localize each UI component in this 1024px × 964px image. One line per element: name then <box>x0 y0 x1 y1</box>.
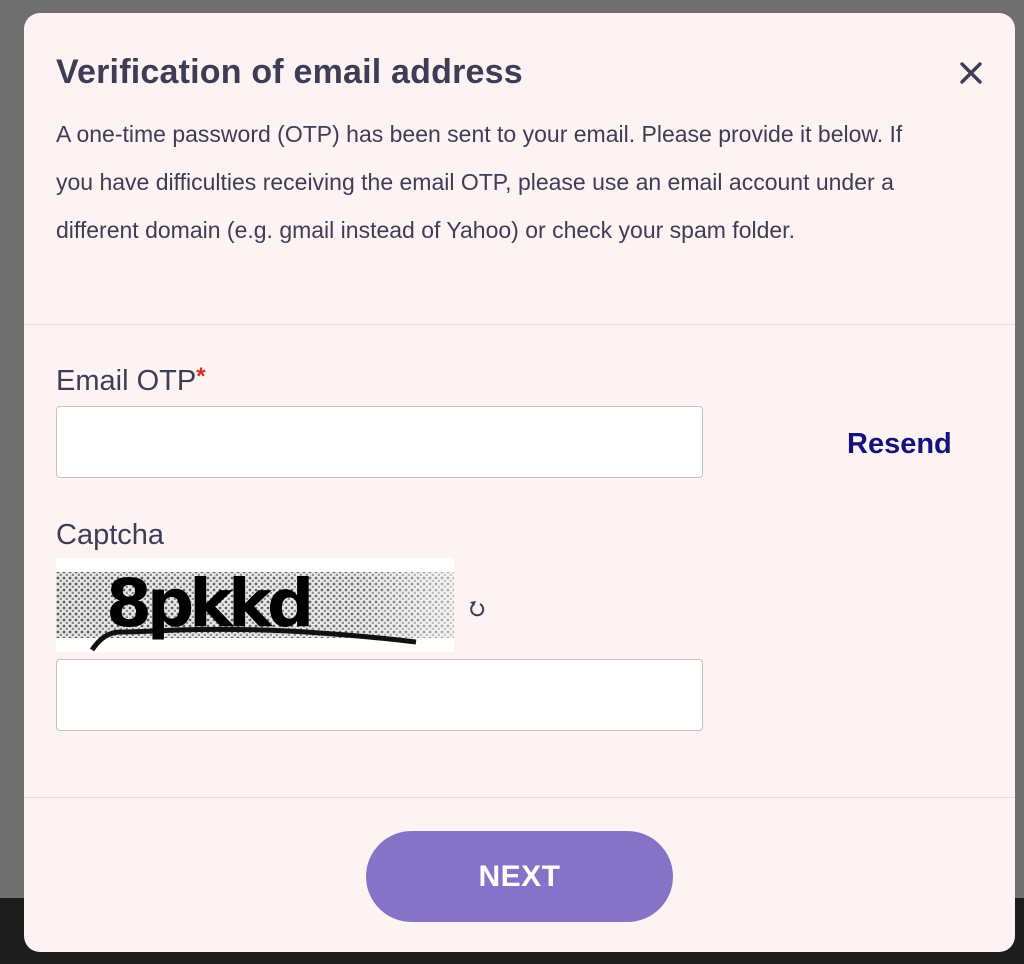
modal-header: Verification of email address A one-time… <box>24 13 1015 325</box>
close-button[interactable] <box>957 59 985 87</box>
modal-title: Verification of email address <box>56 53 523 91</box>
close-icon <box>960 62 982 84</box>
modal-footer: NEXT <box>24 798 1015 952</box>
email-otp-label: Email OTP* <box>56 363 206 398</box>
captcha-input[interactable] <box>56 659 703 731</box>
email-otp-input[interactable] <box>56 406 703 478</box>
captcha-label: Captcha <box>56 519 165 551</box>
modal-body: Email OTP* Resend Captcha 8pkkd <box>24 325 1015 798</box>
resend-link[interactable]: Resend <box>847 428 952 461</box>
captcha-image: 8pkkd <box>56 558 454 652</box>
email-otp-label-text: Email OTP <box>56 365 197 397</box>
refresh-icon <box>470 601 485 617</box>
modal-description: A one-time password (OTP) has been sent … <box>56 121 903 243</box>
required-marker: * <box>196 363 206 390</box>
captcha-refresh-button[interactable] <box>467 599 487 619</box>
verification-modal: Verification of email address A one-time… <box>24 13 1015 952</box>
captcha-text: 8pkkd <box>106 565 309 642</box>
next-button[interactable]: NEXT <box>366 831 673 922</box>
